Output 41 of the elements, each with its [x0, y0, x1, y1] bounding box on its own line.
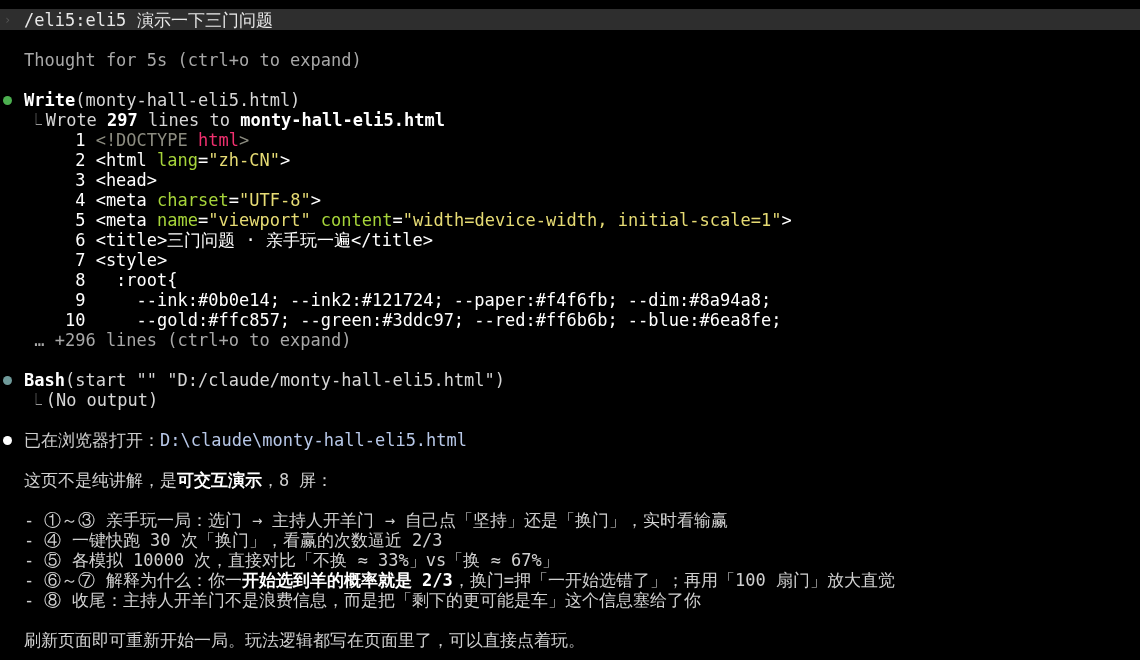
paragraph: 这页不是纯讲解，是可交互演示，8 屏： — [24, 470, 334, 490]
line-number: 4 — [74, 190, 86, 210]
paragraph: 刷新页面即可重新开始一局。玩法逻辑都写在页面里了，可以直接点着玩。 — [24, 630, 585, 650]
code-line: <head> — [95, 170, 158, 190]
line-number: 1 — [74, 130, 86, 150]
prompt-marker: › — [3, 11, 13, 29]
code-line: --gold:#ffc857; --green:#3ddc97; --red:#ff6b6b; --blue:#6ea8fe; — [135, 310, 782, 330]
result-marker: ⎿ — [29, 392, 43, 409]
tool-args: (start "" "D:/claude/monty-hall-eli5.html") — [64, 370, 506, 390]
list-item: - ⑥～⑦ 解释为什么：你一开始选到羊的概率就是 2/3，换门=押「一开始选错了」；再用「100 扇门」放大直觉 — [24, 570, 895, 590]
prompt-text: /eli5:eli5 演示一下三门问题 — [24, 9, 273, 30]
line-number: 2 — [74, 150, 86, 170]
line-number: 3 — [74, 170, 86, 190]
line-number: 8 — [74, 270, 86, 290]
line-number: 9 — [74, 290, 86, 310]
line-number: 10 — [63, 310, 86, 330]
list-item: - ①～③ 亲手玩一局：选门 → 主持人开羊门 → 自己点「坚持」还是「换门」，实时看输赢 — [24, 510, 729, 530]
list-item: - ⑤ 各模拟 10000 次，直接对比「不换 ≈ 33%」vs「换 ≈ 67%」 — [24, 550, 559, 570]
list-item: - ⑧ 收尾：主持人开羊门不是浪费信息，而是把「剩下的更可能是车」这个信息塞给了你 — [24, 590, 701, 610]
line-number: 6 — [74, 230, 86, 250]
list-item: - ④ 一键快跑 30 次「换门」，看赢的次数逼近 2/3 — [24, 530, 443, 550]
reply-text: 已在浏览器打开： — [24, 430, 160, 450]
tool-result: Wrote 297 lines to monty-hall-eli5.html — [45, 110, 445, 130]
result-marker: ⎿ — [29, 112, 43, 129]
code-line: <meta name="viewport" content="width=device-width, initial-scale=1"> — [95, 210, 792, 230]
code-line: <title>三门问题 · 亲手玩一遍</title> — [95, 230, 433, 250]
tool-name: Write — [24, 90, 76, 110]
tool-name: Bash — [24, 370, 65, 390]
line-number: 7 — [74, 250, 86, 270]
file-path: D:\claude\monty-hall-eli5.html — [160, 430, 468, 450]
tool-result: (No output) — [45, 390, 159, 410]
code-line: :root{ — [115, 270, 178, 290]
code-line: <meta charset="UTF-8"> — [95, 190, 321, 210]
code-line: <style> — [95, 250, 168, 270]
thinking-status[interactable]: Thought for 5s (ctrl+o to expand) — [24, 50, 362, 70]
line-number: 5 — [74, 210, 86, 230]
code-line: <!DOCTYPE html> — [95, 130, 250, 150]
code-line: --ink:#0b0e14; --ink2:#121724; --paper:#f4f6fb; --dim:#8a94a8; — [135, 290, 772, 310]
code-line: <html lang="zh-CN"> — [95, 150, 291, 170]
collapsed-lines[interactable]: … +296 lines (ctrl+o to expand) — [34, 330, 352, 350]
tool-args: (monty-hall-eli5.html) — [75, 90, 301, 110]
